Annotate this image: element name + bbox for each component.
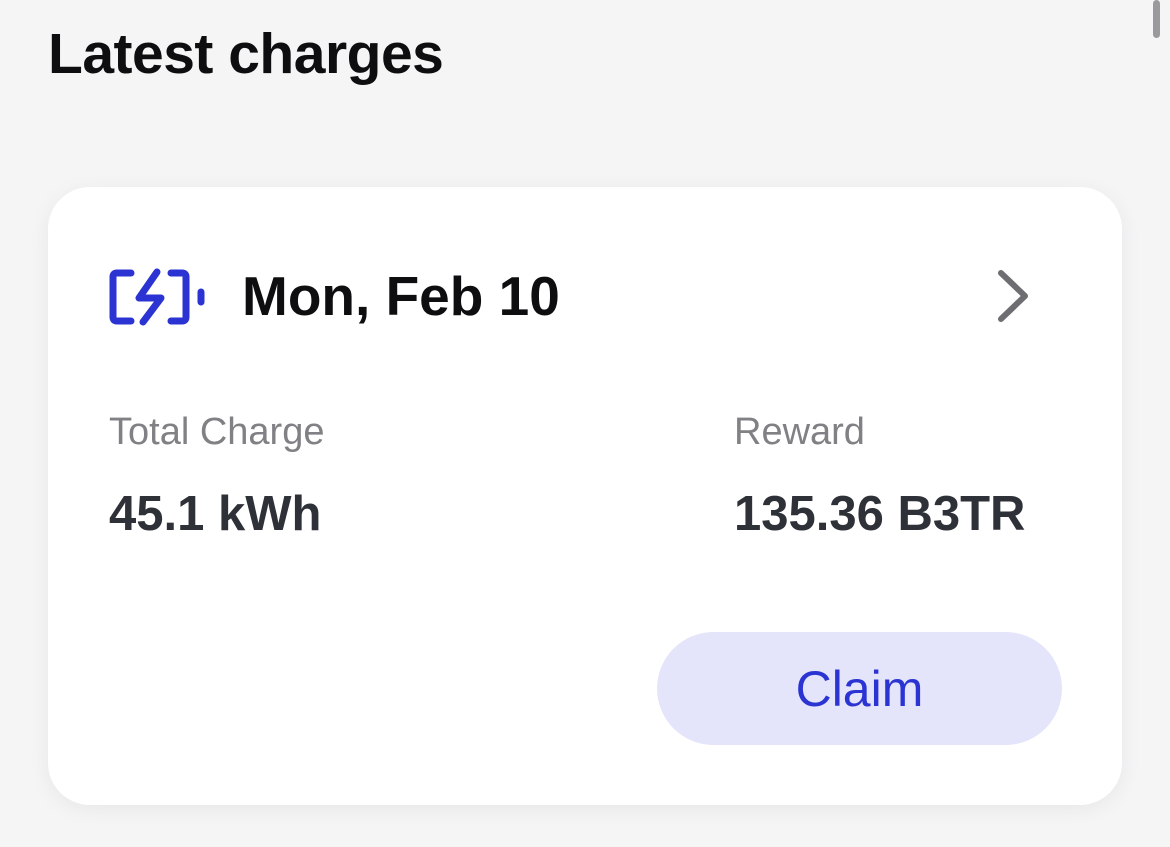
battery-charging-icon <box>109 268 205 326</box>
reward-value: 135.36 B3TR <box>734 487 1026 541</box>
charge-card[interactable]: Mon, Feb 10 Total Charge 45.1 kWh Reward… <box>48 187 1122 805</box>
reward-label: Reward <box>734 411 865 453</box>
total-charge-label: Total Charge <box>109 411 325 453</box>
scrollbar[interactable] <box>1153 0 1160 38</box>
chevron-right-icon[interactable] <box>993 267 1033 325</box>
charge-date: Mon, Feb 10 <box>242 265 560 327</box>
page-title: Latest charges <box>48 22 444 86</box>
total-charge-value: 45.1 kWh <box>109 487 322 541</box>
claim-button[interactable]: Claim <box>657 632 1062 745</box>
